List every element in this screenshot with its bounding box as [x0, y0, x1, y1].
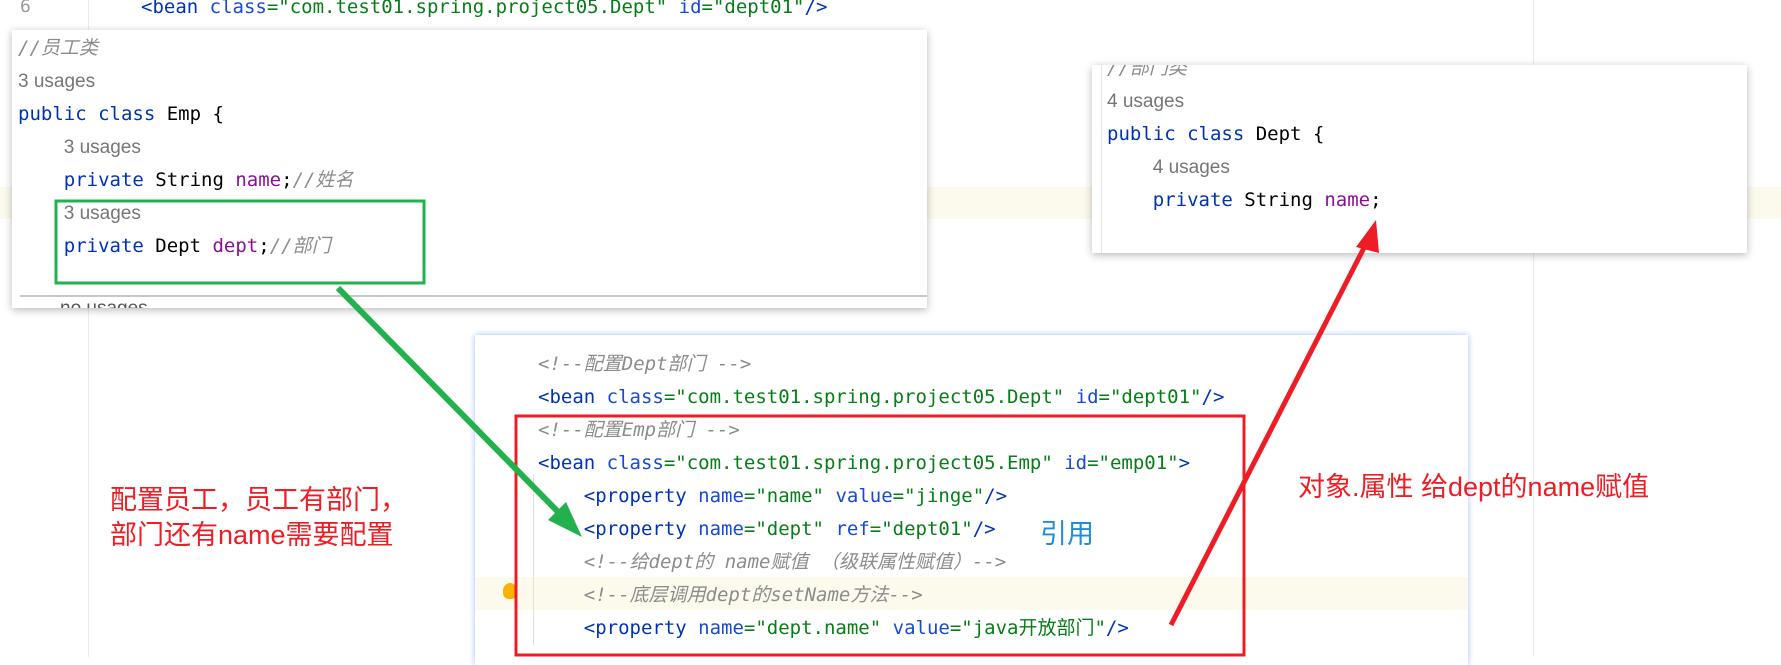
- red-arrow: [1168, 238, 1371, 627]
- annotation-overlay: [54, 199, 1379, 657]
- green-arrow: [335, 285, 571, 525]
- green-highlight-box: [54, 199, 426, 285]
- red-highlight-box: [514, 414, 1246, 657]
- red-arrowhead-icon: [1356, 220, 1379, 253]
